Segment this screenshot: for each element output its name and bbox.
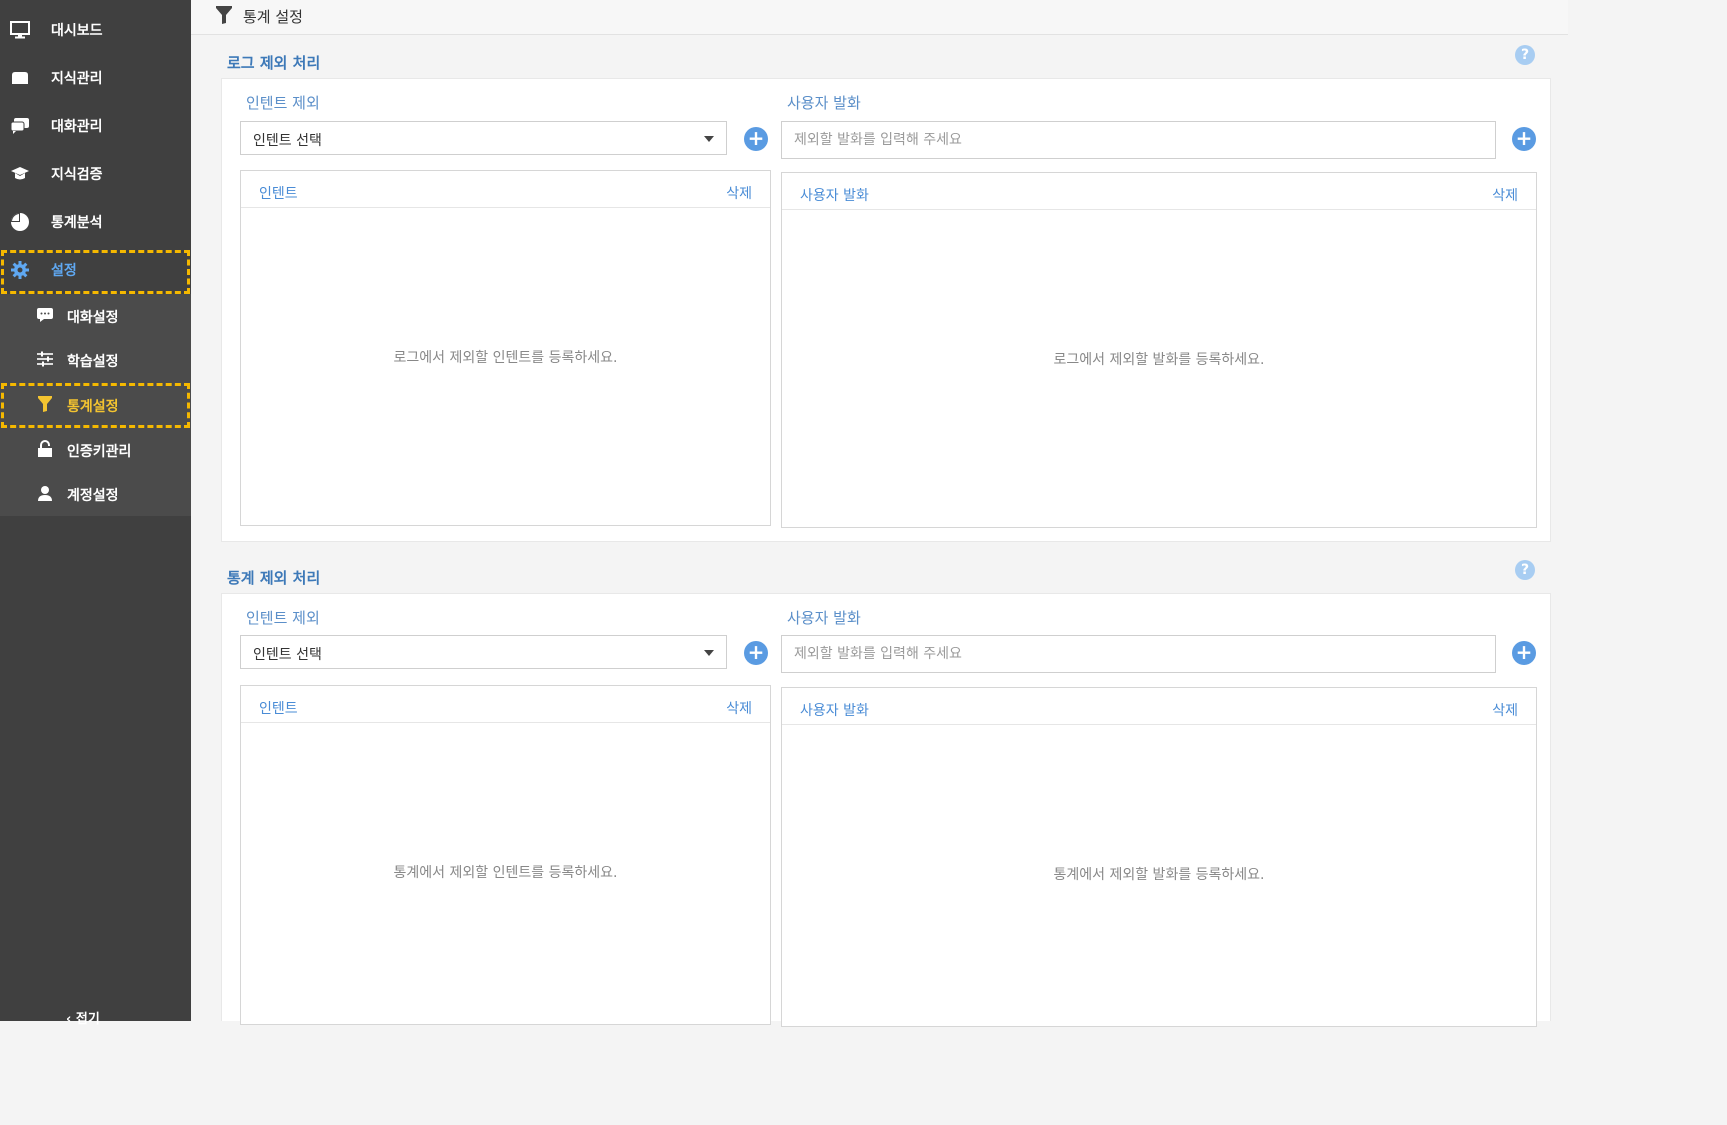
intent-exclusion-label: 인텐트 제외: [246, 94, 320, 112]
gear-icon: [10, 260, 30, 280]
submenu-item-label: 학습설정: [67, 354, 119, 370]
user-utterance-label: 사용자 발화: [787, 609, 861, 627]
add-utterance-button[interactable]: +: [1512, 641, 1536, 665]
submenu-item-learning-settings[interactable]: 학습설정: [0, 338, 191, 382]
intent-select-value: 인텐트 선택: [253, 133, 322, 149]
utterance-column-header: 사용자 발화: [800, 703, 869, 719]
delete-intent-button[interactable]: 삭제: [726, 183, 752, 203]
sidebar-item-settings[interactable]: 설정: [0, 246, 191, 294]
sliders-icon: [36, 350, 54, 368]
intent-list: 인텐트 삭제 통계에서 제외할 인텐트를 등록하세요.: [240, 685, 771, 1025]
funnel-icon: [215, 5, 233, 29]
utterance-input[interactable]: [781, 635, 1496, 673]
utterance-list-header: 사용자 발화 삭제: [782, 173, 1536, 210]
page-header: 통계 설정: [191, 0, 1568, 35]
sidebar: 대시보드 지식관리 대화관리 지식검증 통계분석 설정 대화설정 학습설정 통계…: [0, 0, 191, 1027]
sidebar-item-dashboard[interactable]: 대시보드: [0, 6, 191, 54]
collapse-button[interactable]: ‹ 접기: [66, 1008, 100, 1027]
utterance-column-header: 사용자 발화: [800, 188, 869, 204]
folder-icon: [10, 68, 30, 88]
delete-utterance-button[interactable]: 삭제: [1492, 700, 1518, 720]
chat-icon: [10, 116, 30, 136]
section-title-log-exclusion: 로그 제외 처리: [227, 54, 321, 72]
intent-select[interactable]: 인텐트 선택: [240, 635, 727, 669]
pie-chart-icon: [10, 212, 30, 232]
intent-list: 인텐트 삭제 로그에서 제외할 인텐트를 등록하세요.: [240, 170, 771, 526]
log-exclusion-panel: 인텐트 제외 인텐트 선택 + 사용자 발화 + 인텐트 삭제 로그에서 제외할…: [221, 78, 1551, 542]
submenu-item-account-settings[interactable]: 계정설정: [0, 472, 191, 516]
sidebar-item-label: 대화관리: [51, 119, 103, 135]
submenu-item-label: 통계설정: [67, 399, 119, 415]
intent-exclusion-label: 인텐트 제외: [246, 609, 320, 627]
intent-empty-message: 로그에서 제외할 인텐트를 등록하세요.: [393, 350, 618, 366]
graduation-cap-icon: [10, 164, 30, 184]
intent-list-header: 인텐트 삭제: [241, 171, 770, 208]
utterance-empty-message: 로그에서 제외할 발화를 등록하세요.: [1053, 352, 1265, 368]
sidebar-item-label: 지식검증: [51, 167, 103, 183]
utterance-list-header: 사용자 발화 삭제: [782, 688, 1536, 725]
intent-select[interactable]: 인텐트 선택: [240, 121, 727, 155]
funnel-icon: [36, 395, 54, 413]
utterance-input[interactable]: [781, 121, 1496, 159]
intent-select-value: 인텐트 선택: [253, 647, 322, 663]
user-icon: [36, 484, 54, 502]
caret-down-icon: [704, 650, 714, 656]
sidebar-item-conversation[interactable]: 대화관리: [0, 102, 191, 150]
intent-column-header: 인텐트: [259, 701, 298, 717]
speech-bubble-icon: [36, 306, 54, 324]
collapse-label: 접기: [75, 1012, 100, 1027]
help-icon[interactable]: ?: [1515, 560, 1535, 580]
submenu-item-chat-settings[interactable]: 대화설정: [0, 294, 191, 338]
utterance-empty-message: 통계에서 제외할 발화를 등록하세요.: [1053, 867, 1265, 883]
delete-utterance-button[interactable]: 삭제: [1492, 185, 1518, 205]
caret-down-icon: [704, 136, 714, 142]
submenu-item-label: 대화설정: [67, 310, 119, 326]
intent-list-header: 인텐트 삭제: [241, 686, 770, 723]
section-title-statistics-exclusion: 통계 제외 처리: [227, 569, 321, 587]
statistics-exclusion-panel: 인텐트 제외 인텐트 선택 + 사용자 발화 + 인텐트 삭제 통계에서 제외할…: [221, 593, 1551, 1027]
add-intent-button[interactable]: +: [744, 127, 768, 151]
utterance-list: 사용자 발화 삭제 통계에서 제외할 발화를 등록하세요.: [781, 687, 1537, 1027]
submenu-item-auth-key[interactable]: 인증키관리: [0, 428, 191, 472]
chevron-left-icon: ‹: [66, 1012, 72, 1027]
sidebar-item-verification[interactable]: 지식검증: [0, 150, 191, 198]
intent-column-header: 인텐트: [259, 186, 298, 202]
sidebar-item-knowledge[interactable]: 지식관리: [0, 54, 191, 102]
help-icon[interactable]: ?: [1515, 45, 1535, 65]
user-utterance-label: 사용자 발화: [787, 94, 861, 112]
sidebar-item-label: 통계분석: [51, 215, 103, 231]
sidebar-item-label: 지식관리: [51, 71, 103, 87]
add-utterance-button[interactable]: +: [1512, 127, 1536, 151]
sidebar-item-label: 설정: [51, 263, 77, 279]
unlock-icon: [36, 440, 54, 458]
submenu-item-label: 계정설정: [67, 488, 119, 504]
sidebar-item-statistics[interactable]: 통계분석: [0, 198, 191, 246]
intent-empty-message: 통계에서 제외할 인텐트를 등록하세요.: [393, 865, 618, 881]
add-intent-button[interactable]: +: [744, 641, 768, 665]
delete-intent-button[interactable]: 삭제: [726, 698, 752, 718]
monitor-icon: [10, 20, 30, 40]
submenu-item-label: 인증키관리: [67, 444, 132, 460]
settings-submenu: 대화설정 학습설정 통계설정 인증키관리 계정설정: [0, 294, 191, 516]
sidebar-item-label: 대시보드: [51, 23, 103, 39]
submenu-item-statistics-settings[interactable]: 통계설정: [0, 383, 191, 427]
page-title: 통계 설정: [243, 8, 303, 26]
utterance-list: 사용자 발화 삭제 로그에서 제외할 발화를 등록하세요.: [781, 172, 1537, 528]
